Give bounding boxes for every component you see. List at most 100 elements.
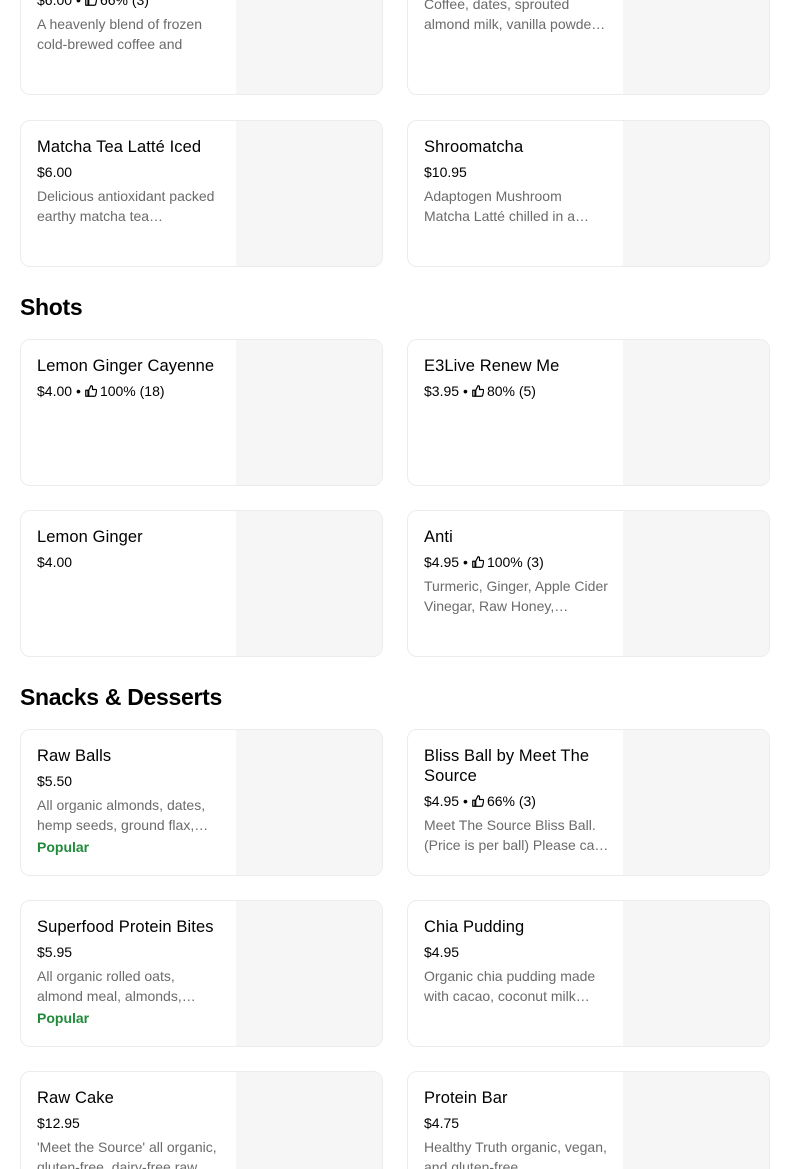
popular-badge: Popular: [37, 839, 90, 855]
item-price: $4.95: [424, 793, 460, 809]
item-name: Chia Pudding: [424, 918, 525, 936]
item-meta: $4.95 • 66% (3): [424, 791, 610, 811]
menu-item-card[interactable]: Anti $4.95 • 100% (3) Turmeric, Ginger, Appl…: [407, 510, 770, 657]
item-image[interactable]: [623, 340, 769, 485]
item-image[interactable]: [236, 121, 382, 266]
menu-item-card[interactable]: Protein Bar $4.75 Healthy Truth organic, v…: [407, 1071, 770, 1169]
item-description: Delicious antioxidant packed earthy matc…: [37, 188, 215, 224]
item-image[interactable]: [236, 0, 382, 94]
item-description: Healthy Truth organic, vegan, and gluten…: [424, 1139, 607, 1169]
meta-separator: •: [463, 793, 468, 809]
item-meta: $4.75: [424, 1113, 610, 1133]
menu-item-card[interactable]: Chia Pudding $4.95 Organic chia pudding ma…: [407, 900, 770, 1047]
menu-item-card[interactable]: Matcha Tea Latté Iced $6.00 Delicious anti…: [20, 120, 383, 267]
item-info: Superfood Protein Bites $5.95 All organic …: [37, 917, 223, 1028]
item-price: $4.95: [424, 554, 460, 570]
item-meta: $5.50: [37, 771, 223, 791]
item-info: Raw Balls $5.50 All organic almonds, dates…: [37, 746, 223, 857]
item-rating: 66% (3): [99, 0, 149, 8]
item-name: Lemon Ginger Cayenne: [37, 357, 215, 375]
item-image[interactable]: [623, 0, 769, 94]
item-price: $4.00: [37, 383, 73, 399]
menu-item-card[interactable]: Lemon Ginger $4.00: [20, 510, 383, 657]
item-info: Matcha Tea Latté Iced $6.00 Delicious anti…: [37, 137, 223, 226]
item-image[interactable]: [623, 121, 769, 266]
item-description: Adaptogen Mushroom Matcha Latté chilled …: [424, 188, 589, 224]
meta-separator: •: [76, 0, 81, 8]
menu-item-card[interactable]: Shroomatcha $10.95 Adaptogen Mushroom Matc…: [407, 120, 770, 267]
menu-item-card[interactable]: $10.95Coffee, dates, sprouted almond mil…: [407, 0, 770, 95]
item-name: E3Live Renew Me: [424, 357, 560, 375]
section-title: Snacks & Desserts: [20, 684, 223, 710]
item-description: Turmeric, Ginger, Apple Cider Vinegar, R…: [424, 578, 608, 614]
thumbs-up-icon: [85, 385, 97, 397]
item-name: Anti: [424, 528, 453, 546]
item-info: Lemon Ginger Cayenne $4.00 • 100% (18): [37, 356, 223, 401]
item-price: $10.95: [424, 164, 467, 180]
item-info: Blended$6.00•66% (3)A heavenly blend of …: [37, 0, 223, 54]
menu-item-card[interactable]: E3Live Renew Me $3.95 • 80% (5): [407, 339, 770, 486]
item-description: Organic chia pudding made with cacao, co…: [424, 968, 596, 1004]
thumbs-up-icon: [85, 0, 97, 6]
item-rating: 66% (3): [486, 793, 536, 809]
item-info: Bliss Ball by Meet The Source $4.95 • 66% (…: [424, 746, 610, 855]
item-info: Lemon Ginger $4.00: [37, 527, 223, 572]
item-image[interactable]: [623, 511, 769, 656]
item-info: $10.95Coffee, dates, sprouted almond mil…: [424, 0, 610, 34]
item-info: E3Live Renew Me $3.95 • 80% (5): [424, 356, 610, 401]
item-info: Raw Cake $12.95 'Meet the Source' all orga…: [37, 1088, 223, 1169]
item-meta: $10.95: [424, 162, 610, 182]
menu-item-card[interactable]: Raw Cake $12.95 'Meet the Source' all orga…: [20, 1071, 383, 1169]
item-description: All organic rolled oats, almond meal, al…: [37, 968, 196, 1004]
item-image[interactable]: [236, 730, 382, 875]
item-meta: $3.95 • 80% (5): [424, 381, 610, 401]
item-meta: $6.00: [37, 162, 223, 182]
item-meta: $6.00 • 66% (3): [37, 0, 223, 10]
item-meta: $4.95 • 100% (3): [424, 552, 610, 572]
item-image[interactable]: [623, 730, 769, 875]
item-rating: 100% (18): [99, 383, 165, 399]
item-image[interactable]: [623, 1072, 769, 1169]
item-price: $3.95: [424, 383, 460, 399]
item-info: Chia Pudding $4.95 Organic chia pudding ma…: [424, 917, 610, 1006]
thumbs-up-icon: [472, 556, 484, 568]
item-description: All organic almonds, dates, hemp seeds, …: [37, 797, 209, 833]
item-rating: 80% (5): [486, 383, 536, 399]
item-price: $6.00: [37, 0, 73, 8]
item-info: Shroomatcha $10.95 Adaptogen Mushroom Matc…: [424, 137, 610, 226]
menu-item-card[interactable]: Lemon Ginger Cayenne $4.00 • 100% (18): [20, 339, 383, 486]
item-info: Anti $4.95 • 100% (3) Turmeric, Ginger, Appl…: [424, 527, 610, 616]
item-image[interactable]: [236, 1072, 382, 1169]
menu-item-card[interactable]: Raw Balls $5.50 All organic almonds, dates…: [20, 729, 383, 876]
item-meta: $4.95: [424, 942, 610, 962]
item-price: $12.95: [37, 1115, 80, 1131]
meta-separator: •: [463, 554, 468, 570]
menu-item-card[interactable]: Bliss Ball by Meet The Source $4.95 • 66% (…: [407, 729, 770, 876]
menu-item-card[interactable]: Blended$6.00•66% (3)A heavenly blend of …: [20, 0, 383, 95]
item-name: Superfood Protein Bites: [37, 918, 214, 936]
item-price: $4.00: [37, 554, 73, 570]
section-title: Shots: [20, 294, 83, 320]
item-description: A heavenly blend of frozen cold-brewed c…: [37, 16, 203, 52]
item-name: Matcha Tea Latté Iced: [37, 138, 202, 156]
item-price: $6.00: [37, 164, 73, 180]
item-meta: $12.95: [37, 1113, 223, 1133]
menu-item-card[interactable]: Superfood Protein Bites $5.95 All organic …: [20, 900, 383, 1047]
item-price: $5.50: [37, 773, 73, 789]
thumbs-up-icon: [472, 385, 484, 397]
item-image[interactable]: [236, 340, 382, 485]
item-price: $5.95: [37, 944, 73, 960]
item-price: $4.95: [424, 944, 460, 960]
item-description: Meet The Source Bliss Ball. (Price is pe…: [424, 817, 609, 853]
item-name: Bliss Ball by Meet The Source: [424, 747, 590, 785]
popular-badge: Popular: [37, 1010, 90, 1026]
item-image[interactable]: [623, 901, 769, 1046]
item-name: Protein Bar: [424, 1089, 508, 1107]
item-name: Raw Balls: [37, 747, 112, 765]
item-name: Raw Cake: [37, 1089, 114, 1107]
item-name: Lemon Ginger: [37, 528, 143, 546]
item-description: Coffee, dates, sprouted almond milk, van…: [424, 0, 606, 32]
item-image[interactable]: [236, 901, 382, 1046]
thumbs-up-icon: [472, 795, 484, 807]
item-image[interactable]: [236, 511, 382, 656]
